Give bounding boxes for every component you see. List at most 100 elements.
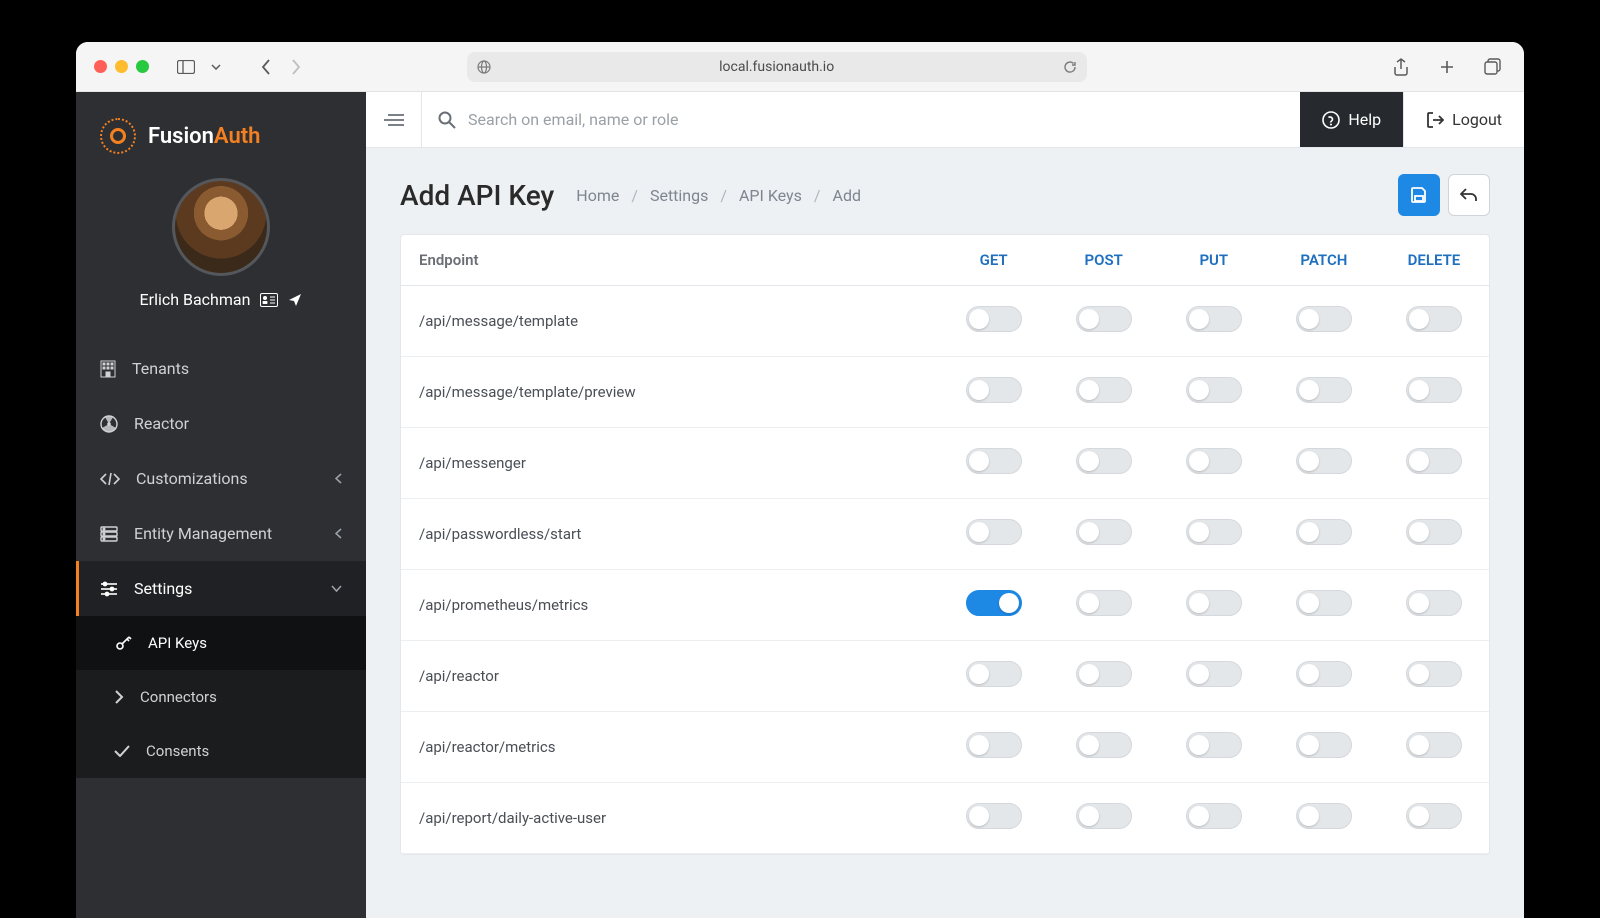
- share-icon[interactable]: [1388, 54, 1414, 80]
- permission-toggle-put[interactable]: [1186, 590, 1242, 616]
- permission-toggle-delete[interactable]: [1406, 590, 1462, 616]
- search-wrap: [422, 110, 1300, 129]
- col-put[interactable]: PUT: [1159, 235, 1269, 286]
- permission-toggle-put[interactable]: [1186, 377, 1242, 403]
- toggle-cell: [1049, 357, 1159, 428]
- breadcrumb-item[interactable]: Home: [576, 186, 619, 205]
- permission-toggle-get[interactable]: [966, 519, 1022, 545]
- permission-toggle-delete[interactable]: [1406, 803, 1462, 829]
- search-input[interactable]: [468, 110, 1284, 129]
- permission-toggle-get[interactable]: [966, 306, 1022, 332]
- permission-toggle-get[interactable]: [966, 590, 1022, 616]
- permission-toggle-delete[interactable]: [1406, 448, 1462, 474]
- col-get[interactable]: GET: [939, 235, 1049, 286]
- col-patch[interactable]: PATCH: [1269, 235, 1379, 286]
- nav-back-icon[interactable]: [253, 54, 279, 80]
- toggle-cell: [1269, 428, 1379, 499]
- sidebar-toggle-icon[interactable]: [173, 54, 199, 80]
- toggle-cell: [1159, 641, 1269, 712]
- permission-toggle-put[interactable]: [1186, 732, 1242, 758]
- permission-toggle-patch[interactable]: [1296, 590, 1352, 616]
- tab-overview-icon[interactable]: [1480, 54, 1506, 80]
- permission-toggle-post[interactable]: [1076, 448, 1132, 474]
- endpoint-cell: /api/reactor: [401, 641, 939, 712]
- sidebar-item-settings[interactable]: Settings: [76, 561, 366, 616]
- save-icon: [1410, 186, 1428, 204]
- endpoint-cell: /api/message/template/preview: [401, 357, 939, 428]
- permission-toggle-post[interactable]: [1076, 519, 1132, 545]
- window-minimize-icon[interactable]: [115, 60, 128, 73]
- sidebar-item-entity-management[interactable]: Entity Management: [76, 506, 366, 561]
- chevron-left-icon: [335, 528, 342, 539]
- permission-toggle-put[interactable]: [1186, 448, 1242, 474]
- topbar-actions: Help Logout: [1300, 92, 1524, 147]
- window-zoom-icon[interactable]: [136, 60, 149, 73]
- traffic-lights: [94, 60, 149, 73]
- breadcrumb-item[interactable]: Settings: [650, 186, 708, 205]
- help-button[interactable]: Help: [1300, 92, 1403, 147]
- permission-toggle-patch[interactable]: [1296, 377, 1352, 403]
- permission-toggle-put[interactable]: [1186, 803, 1242, 829]
- sidebar-item-connectors[interactable]: Connectors: [76, 670, 366, 724]
- endpoint-cell: /api/reactor/metrics: [401, 712, 939, 783]
- permission-toggle-patch[interactable]: [1296, 661, 1352, 687]
- permission-toggle-delete[interactable]: [1406, 732, 1462, 758]
- save-button[interactable]: [1398, 174, 1440, 216]
- address-bar[interactable]: local.fusionauth.io: [467, 52, 1087, 82]
- tab-dropdown-icon[interactable]: [203, 54, 229, 80]
- collapse-sidebar-button[interactable]: [366, 92, 422, 147]
- permission-toggle-post[interactable]: [1076, 377, 1132, 403]
- app-root: FusionAuth Erlich Bachman Tenants Reacto…: [76, 92, 1524, 918]
- permission-toggle-patch[interactable]: [1296, 803, 1352, 829]
- permission-toggle-post[interactable]: [1076, 732, 1132, 758]
- permission-toggle-delete[interactable]: [1406, 661, 1462, 687]
- permission-toggle-patch[interactable]: [1296, 732, 1352, 758]
- permission-toggle-put[interactable]: [1186, 306, 1242, 332]
- reload-icon[interactable]: [1063, 60, 1077, 74]
- permission-toggle-put[interactable]: [1186, 519, 1242, 545]
- permission-toggle-patch[interactable]: [1296, 519, 1352, 545]
- sidebar-item-customizations[interactable]: Customizations: [76, 451, 366, 506]
- avatar: [172, 178, 270, 276]
- sidebar-item-consents[interactable]: Consents: [76, 724, 366, 778]
- permission-toggle-delete[interactable]: [1406, 377, 1462, 403]
- nav-forward-icon: [283, 54, 309, 80]
- page-title: Add API Key: [400, 179, 554, 212]
- toggle-cell: [1379, 712, 1489, 783]
- permission-toggle-get[interactable]: [966, 803, 1022, 829]
- permission-toggle-post[interactable]: [1076, 661, 1132, 687]
- permission-toggle-get[interactable]: [966, 448, 1022, 474]
- sidebar-item-api-keys[interactable]: API Keys: [76, 616, 366, 670]
- permission-toggle-patch[interactable]: [1296, 306, 1352, 332]
- permission-toggle-put[interactable]: [1186, 661, 1242, 687]
- table-row: /api/message/template/preview: [401, 357, 1489, 428]
- permission-toggle-post[interactable]: [1076, 803, 1132, 829]
- user-profile[interactable]: Erlich Bachman: [76, 168, 366, 327]
- new-tab-icon[interactable]: [1434, 54, 1460, 80]
- table-row: /api/message/template: [401, 286, 1489, 357]
- permission-toggle-patch[interactable]: [1296, 448, 1352, 474]
- key-icon: [114, 634, 132, 652]
- permission-toggle-get[interactable]: [966, 377, 1022, 403]
- permission-toggle-post[interactable]: [1076, 306, 1132, 332]
- sidebar-item-reactor[interactable]: Reactor: [76, 396, 366, 451]
- check-icon: [114, 745, 130, 757]
- back-button[interactable]: [1448, 174, 1490, 216]
- sidebar-item-label: Connectors: [140, 688, 217, 706]
- permission-toggle-get[interactable]: [966, 732, 1022, 758]
- col-delete[interactable]: DELETE: [1379, 235, 1489, 286]
- toggle-cell: [1049, 428, 1159, 499]
- permission-toggle-delete[interactable]: [1406, 306, 1462, 332]
- permission-toggle-post[interactable]: [1076, 590, 1132, 616]
- site-settings-icon[interactable]: [477, 60, 491, 74]
- logout-button[interactable]: Logout: [1403, 92, 1524, 147]
- table-row: /api/report/daily-active-user: [401, 783, 1489, 854]
- permission-toggle-get[interactable]: [966, 661, 1022, 687]
- window-close-icon[interactable]: [94, 60, 107, 73]
- breadcrumb-item[interactable]: API Keys: [739, 186, 802, 205]
- brand: FusionAuth: [76, 92, 366, 168]
- undo-icon: [1460, 187, 1478, 203]
- permission-toggle-delete[interactable]: [1406, 519, 1462, 545]
- col-post[interactable]: POST: [1049, 235, 1159, 286]
- sidebar-item-tenants[interactable]: Tenants: [76, 341, 366, 396]
